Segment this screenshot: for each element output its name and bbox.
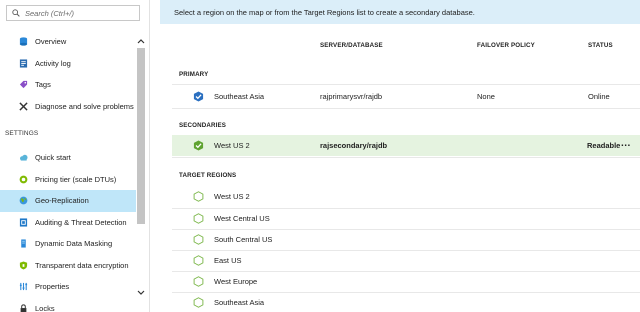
secondaries-label: SECONDARIES bbox=[179, 122, 227, 129]
globe-icon bbox=[19, 196, 28, 205]
scroll-down-icon[interactable] bbox=[136, 288, 146, 298]
primary-check-icon bbox=[192, 91, 204, 103]
divider bbox=[172, 84, 640, 85]
sidebar-scrollbar[interactable] bbox=[136, 31, 146, 309]
status: Readable bbox=[587, 141, 621, 150]
column-header-server: SERVER/DATABASE bbox=[320, 42, 383, 49]
target-region-row[interactable]: West Central US bbox=[172, 208, 640, 229]
secondary-row[interactable]: West US 2 rajsecondary/rajdb Readable ..… bbox=[172, 135, 640, 156]
region-name: West Europe bbox=[214, 277, 258, 286]
sidebar-item-label: Locks bbox=[35, 303, 55, 312]
pricing-icon bbox=[19, 175, 28, 184]
tag-icon bbox=[19, 80, 28, 89]
sidebar-item-label: Diagnose and solve problems bbox=[35, 101, 134, 111]
sidebar-item-tags[interactable]: Tags bbox=[0, 74, 136, 96]
lock-icon bbox=[19, 304, 28, 312]
status: Online bbox=[588, 92, 610, 101]
auditing-icon bbox=[19, 218, 28, 227]
divider bbox=[172, 108, 640, 109]
sidebar-item-data-masking[interactable]: Dynamic Data Masking bbox=[0, 233, 136, 255]
masking-icon bbox=[19, 239, 28, 248]
sidebar-item-label: Tags bbox=[35, 80, 51, 90]
hexagon-icon bbox=[192, 234, 204, 246]
region-name: Southeast Asia bbox=[214, 92, 265, 101]
divider bbox=[172, 157, 640, 158]
properties-icon bbox=[19, 282, 28, 291]
info-text: Select a region on the map or from the T… bbox=[174, 7, 475, 17]
target-region-row[interactable]: West Europe bbox=[172, 271, 640, 292]
target-region-row[interactable]: South Central US bbox=[172, 229, 640, 250]
sidebar-item-overview[interactable]: Overview bbox=[0, 31, 136, 53]
hexagon-icon bbox=[192, 297, 204, 309]
search-placeholder: Search (Ctrl+/) bbox=[25, 8, 74, 18]
hexagon-icon bbox=[192, 191, 204, 203]
target-regions-label: TARGET REGIONS bbox=[179, 172, 237, 179]
sidebar-item-label: Transparent data encryption bbox=[35, 260, 129, 270]
sidebar-item-label: Quick start bbox=[35, 153, 71, 163]
region-name: West US 2 bbox=[214, 141, 250, 150]
database-icon bbox=[19, 37, 28, 46]
sidebar-item-label: Auditing & Threat Detection bbox=[35, 217, 127, 227]
sidebar-item-label: Properties bbox=[35, 282, 70, 292]
sidebar-item-tde[interactable]: Transparent data encryption bbox=[0, 255, 136, 277]
shield-icon bbox=[19, 261, 28, 270]
sidebar-nav: Overview Activity log Tags Diagnose and … bbox=[0, 31, 136, 312]
sidebar-item-label: Activity log bbox=[35, 58, 71, 68]
region-name: South Central US bbox=[214, 235, 273, 244]
cloud-icon bbox=[19, 153, 28, 162]
sidebar-item-locks[interactable]: Locks bbox=[0, 298, 136, 312]
region-name: West Central US bbox=[214, 214, 270, 223]
sidebar-item-pricing-tier[interactable]: Pricing tier (scale DTUs) bbox=[0, 169, 136, 191]
server-database: rajprimarysvr/rajdb bbox=[320, 92, 383, 101]
search-box[interactable]: Search (Ctrl+/) bbox=[6, 5, 140, 21]
column-header-policy: FAILOVER POLICY bbox=[477, 42, 535, 49]
target-region-row[interactable]: East US bbox=[172, 250, 640, 271]
primary-row[interactable]: Southeast Asia rajprimarysvr/rajdb None … bbox=[172, 86, 640, 107]
region-name: West US 2 bbox=[214, 192, 250, 201]
geo-replication-blade: Select a region on the map or from the T… bbox=[160, 0, 640, 312]
more-options-button[interactable]: ... bbox=[621, 138, 631, 149]
scrollbar-thumb[interactable] bbox=[137, 48, 145, 224]
failover-policy: None bbox=[477, 92, 495, 101]
resource-menu: Search (Ctrl+/) Overview Activity log Ta… bbox=[0, 0, 150, 312]
secondary-check-icon bbox=[192, 140, 204, 152]
sidebar-item-label: Overview bbox=[35, 37, 67, 47]
info-bar: Select a region on the map or from the T… bbox=[160, 0, 640, 24]
sidebar-item-quick-start[interactable]: Quick start bbox=[0, 147, 136, 169]
sidebar-item-diagnose[interactable]: Diagnose and solve problems bbox=[0, 96, 136, 118]
column-header-status: STATUS bbox=[588, 42, 613, 49]
wrench-icon bbox=[19, 102, 28, 111]
primary-label: PRIMARY bbox=[179, 71, 209, 78]
sidebar-item-auditing[interactable]: Auditing & Threat Detection bbox=[0, 212, 136, 234]
target-region-row[interactable]: West US 2 bbox=[172, 186, 640, 207]
sidebar-item-properties[interactable]: Properties bbox=[0, 276, 136, 298]
search-icon bbox=[12, 9, 20, 17]
target-region-row[interactable]: Southeast Asia bbox=[172, 292, 640, 312]
settings-section-label: SETTINGS bbox=[5, 130, 39, 137]
scroll-up-icon[interactable] bbox=[136, 36, 146, 46]
sidebar-item-activity-log[interactable]: Activity log bbox=[0, 53, 136, 75]
hexagon-icon bbox=[192, 255, 204, 267]
hexagon-icon bbox=[192, 276, 204, 288]
region-name: Southeast Asia bbox=[214, 298, 265, 307]
region-name: East US bbox=[214, 256, 242, 265]
sidebar-item-label: Pricing tier (scale DTUs) bbox=[35, 174, 117, 184]
server-database: rajsecondary/rajdb bbox=[320, 141, 388, 150]
sidebar-item-label: Geo-Replication bbox=[35, 196, 89, 206]
sidebar-item-label: Dynamic Data Masking bbox=[35, 239, 113, 249]
hexagon-icon bbox=[192, 213, 204, 225]
activity-log-icon bbox=[19, 59, 28, 68]
sidebar-item-geo-replication[interactable]: Geo-Replication bbox=[0, 190, 136, 212]
